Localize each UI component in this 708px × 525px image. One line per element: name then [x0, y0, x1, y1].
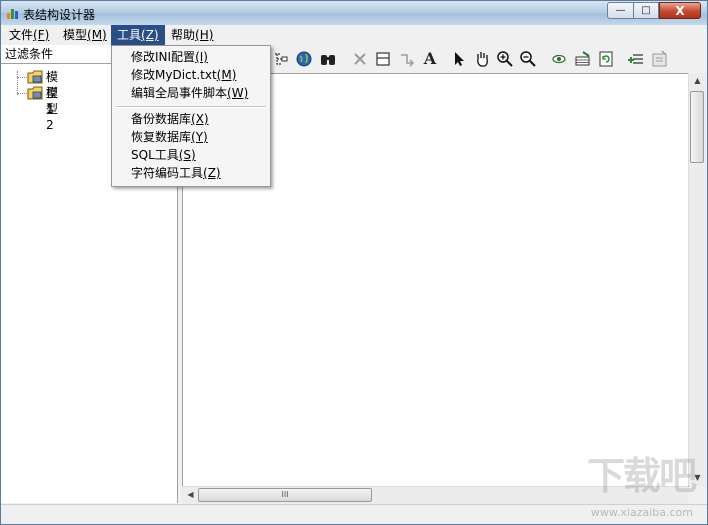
vertical-scroll-thumb[interactable] [690, 91, 704, 163]
tree-connector-line [17, 71, 18, 95]
menu-item-key: (M) [216, 68, 237, 82]
menu-item-edit-ini[interactable]: 修改INI配置(I) [131, 48, 208, 66]
minimize-button[interactable]: — [607, 2, 633, 19]
menu-item-label: 修改MyDict.txt [131, 68, 217, 82]
delete-x-icon[interactable] [351, 50, 369, 68]
app-window: 表结构设计器 — □ X 文件(F) 模型(M) 工具(Z) 帮助(H) 过滤条… [0, 0, 708, 525]
app-logo-icon [7, 7, 19, 19]
menu-model-label: 模型 [63, 28, 88, 42]
menu-item-label: 字符编码工具 [131, 166, 204, 180]
tree-item-label: 模型2 [46, 86, 59, 132]
watermark-url: www.xiazaiba.com [590, 506, 693, 519]
pointer-arrow-icon[interactable] [450, 50, 468, 68]
menu-help-key: (H) [195, 28, 214, 42]
menu-help-label: 帮助 [171, 28, 196, 42]
menu-help[interactable]: 帮助(H) [165, 25, 219, 45]
menu-tools[interactable]: 工具(Z) [111, 25, 165, 45]
tree-branch [17, 93, 27, 94]
text-A-icon[interactable]: A [421, 50, 439, 68]
menu-item-key: (X) [191, 112, 209, 126]
table-box-icon[interactable] [374, 50, 392, 68]
maximize-button[interactable]: □ [633, 2, 659, 19]
tools-dropdown-menu: 修改INI配置(I) 修改MyDict.txt(M) 编辑全局事件脚本(W) 备… [111, 45, 271, 187]
menu-item-restore-db[interactable]: 恢复数据库(Y) [131, 128, 208, 146]
menu-item-key: (Z) [203, 166, 221, 180]
menu-item-sql-tool[interactable]: SQL工具(S) [131, 146, 196, 164]
globe-icon[interactable] [295, 50, 313, 68]
database-folder-icon [27, 86, 43, 100]
binoculars-icon[interactable] [319, 50, 337, 68]
window-title: 表结构设计器 [23, 8, 96, 22]
menu-separator [116, 106, 266, 108]
hand-pan-icon[interactable] [473, 50, 491, 68]
menu-item-key: (S) [178, 148, 196, 162]
link-arrow-icon[interactable] [398, 50, 416, 68]
menu-item-charset-tool[interactable]: 字符编码工具(Z) [131, 164, 221, 182]
eye-icon[interactable] [550, 50, 568, 68]
title-bar[interactable]: 表结构设计器 — □ X [1, 1, 707, 25]
menu-bar: 文件(F) 模型(M) 工具(Z) 帮助(H) [1, 25, 707, 45]
horizontal-scroll-thumb[interactable]: III [198, 488, 372, 502]
menu-item-label: 编辑全局事件脚本 [131, 86, 228, 100]
vertical-scrollbar[interactable]: ▲ ▼ [688, 73, 706, 486]
menu-item-edit-mydict[interactable]: 修改MyDict.txt(M) [131, 66, 236, 84]
menu-file[interactable]: 文件(F) [3, 25, 55, 45]
tree-connector-icon[interactable] [272, 50, 290, 68]
menu-item-label: 修改INI配置 [131, 50, 196, 64]
database-folder-icon [27, 70, 43, 84]
database-edit-icon[interactable] [574, 50, 592, 68]
menu-item-key: (W) [227, 86, 249, 100]
tree-branch [17, 77, 27, 78]
menu-file-key: (F) [33, 28, 50, 42]
menu-file-label: 文件 [9, 28, 34, 42]
menu-item-key: (I) [195, 50, 208, 64]
properties-icon[interactable] [651, 50, 669, 68]
menu-model[interactable]: 模型(M) [57, 25, 113, 45]
watermark-logo: 下载吧 [586, 454, 697, 498]
zoom-in-icon[interactable] [496, 50, 514, 68]
zoom-out-icon[interactable] [519, 50, 537, 68]
refresh-doc-icon[interactable] [597, 50, 615, 68]
window-controls: — □ X [607, 2, 701, 19]
menu-item-edit-global-script[interactable]: 编辑全局事件脚本(W) [131, 84, 248, 102]
menu-item-key: (Y) [191, 130, 208, 144]
menu-tools-label: 工具 [117, 28, 142, 42]
scroll-up-arrow-icon[interactable]: ▲ [689, 73, 706, 89]
close-button[interactable]: X [659, 2, 701, 19]
menu-item-backup-db[interactable]: 备份数据库(X) [131, 110, 209, 128]
menu-item-label: SQL工具 [131, 148, 179, 162]
scroll-left-arrow-icon[interactable]: ◀ [182, 487, 199, 503]
add-field-icon[interactable] [627, 50, 645, 68]
menu-model-key: (M) [87, 28, 107, 42]
menu-tools-key: (Z) [141, 28, 159, 42]
menu-item-label: 恢复数据库 [131, 130, 192, 144]
menu-item-label: 备份数据库 [131, 112, 192, 126]
